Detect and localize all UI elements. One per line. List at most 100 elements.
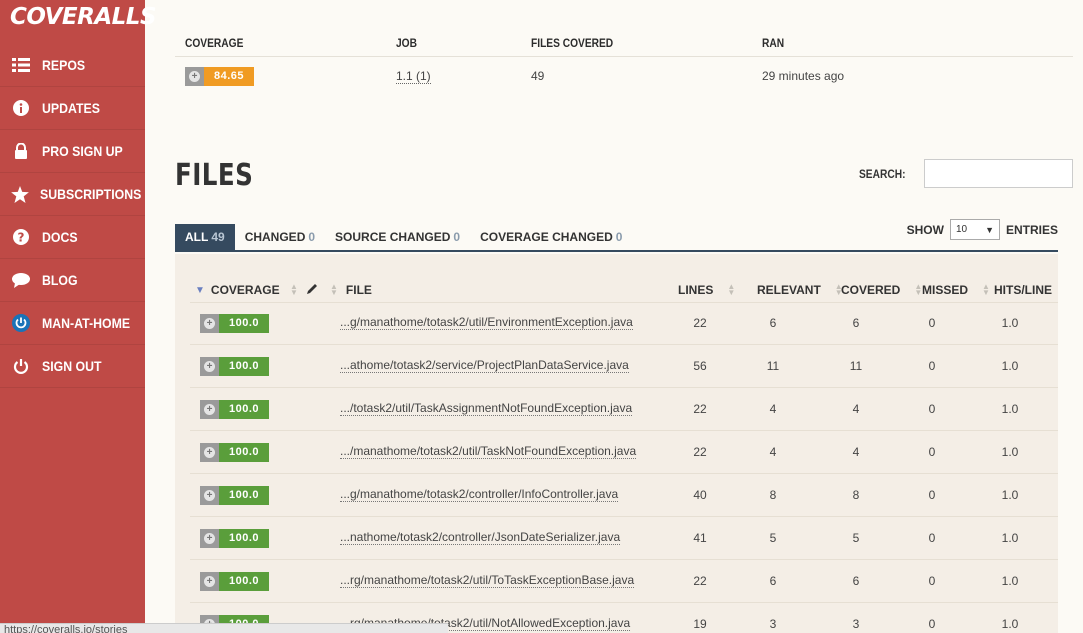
- entries-select[interactable]: 10 ▼: [949, 219, 1000, 240]
- plus-circle-icon: +: [204, 575, 215, 587]
- sidebar-item-sign-out[interactable]: SIGN OUT: [0, 345, 145, 388]
- plus-circle-icon: +: [204, 489, 215, 501]
- tab-coverage-changed[interactable]: COVERAGE CHANGED 0: [470, 224, 632, 250]
- file-link[interactable]: ...g/manathome/totask2/util/EnvironmentE…: [340, 316, 633, 330]
- main-content: COVERAGE JOB FILES COVERED RAN + 84.65 1…: [145, 0, 1083, 633]
- lines-cell: 41: [693, 531, 707, 545]
- column-relevant[interactable]: RELEVANT ▲ ▼: [757, 283, 851, 298]
- sort-icon: ▲ ▼: [290, 282, 298, 297]
- chat-bubble-icon: [11, 270, 31, 290]
- coverage-value: 100.0: [219, 399, 269, 419]
- job-link[interactable]: 1.1 (1): [396, 69, 431, 84]
- sidebar-item-repos[interactable]: REPOS: [0, 44, 145, 87]
- missed-cell: 0: [928, 531, 936, 545]
- sidebar-item-blog[interactable]: BLOG: [0, 259, 145, 302]
- missed-cell: 0: [928, 402, 936, 416]
- hits-per-line-cell: 1.0: [1001, 316, 1019, 330]
- sidebar-item-subscriptions[interactable]: SUBSCRIPTIONS: [0, 173, 145, 216]
- file-link[interactable]: ...nathome/totask2/controller/JsonDateSe…: [340, 531, 621, 545]
- files-covered-header: FILES COVERED: [531, 36, 614, 50]
- coverage-badge[interactable]: +100.0: [200, 485, 269, 505]
- table-row: +100.0 ...g/manathome/totask2/controller/…: [190, 474, 1058, 517]
- column-hits-per-line[interactable]: HITS/LINE: [994, 283, 1052, 297]
- hits-per-line-cell: 1.0: [1001, 531, 1019, 545]
- column-sort-toggle[interactable]: ▲ ▼: [290, 283, 318, 298]
- covered-cell: 6: [852, 574, 860, 588]
- coverage-badge[interactable]: +100.0: [200, 442, 269, 462]
- plus-circle-icon: +: [204, 317, 215, 329]
- column-covered[interactable]: COVERED ▲ ▼: [841, 283, 930, 298]
- lines-cell: 22: [693, 316, 707, 330]
- sidebar-item-label: DOCS: [42, 229, 78, 245]
- plus-circle-icon: +: [204, 532, 215, 544]
- missed-cell: 0: [928, 316, 936, 330]
- file-link[interactable]: ...athome/totask2/service/ProjectPlanDat…: [340, 359, 629, 373]
- build-summary: COVERAGE JOB FILES COVERED RAN + 84.65 1…: [175, 30, 1073, 95]
- show-label: SHOW: [906, 222, 944, 237]
- files-title: FILES: [175, 158, 254, 193]
- hits-per-line-cell: 1.0: [1001, 574, 1019, 588]
- relevant-cell: 6: [769, 574, 777, 588]
- lines-cell: 40: [693, 488, 707, 502]
- power-blue-icon: [11, 313, 31, 333]
- plus-circle-icon: +: [204, 403, 215, 415]
- search-box: SEARCH:: [859, 159, 1073, 188]
- coverage-badge[interactable]: +100.0: [200, 399, 269, 419]
- file-cell: ...athome/totask2/service/ProjectPlanDat…: [340, 345, 629, 387]
- sidebar-item-man-at-home[interactable]: MAN-AT-HOME: [0, 302, 145, 345]
- coverage-badge[interactable]: + 84.65: [185, 66, 254, 86]
- missed-cell: 0: [928, 359, 936, 373]
- column-missed[interactable]: MISSED ▲ ▼: [922, 282, 998, 298]
- column-coverage[interactable]: ▼ COVERAGE: [195, 283, 280, 297]
- sort-icon: ▲ ▼: [330, 282, 338, 297]
- coverage-cell: +100.0: [200, 345, 269, 387]
- lines-cell: 22: [693, 445, 707, 459]
- file-cell: ...g/manathome/totask2/util/EnvironmentE…: [340, 302, 633, 344]
- coverage-value: 100.0: [219, 442, 269, 462]
- tab-all[interactable]: ALL 49: [175, 224, 235, 250]
- tab-source-changed[interactable]: SOURCE CHANGED 0: [325, 224, 470, 250]
- entries-control: SHOW 10 ▼ ENTRIES: [907, 219, 1058, 240]
- search-input[interactable]: [924, 159, 1073, 188]
- sort-icon: ▲ ▼: [727, 282, 736, 297]
- coverage-badge[interactable]: +100.0: [200, 528, 269, 548]
- column-file[interactable]: ▲ ▼ FILE: [330, 282, 372, 298]
- file-link[interactable]: .../totask2/util/TaskAssignmentNotFoundE…: [340, 402, 633, 416]
- lines-cell: 22: [693, 402, 707, 416]
- coverage-value: 100.0: [219, 313, 269, 333]
- coverage-value: 100.0: [219, 485, 269, 505]
- missed-cell: 0: [928, 574, 936, 588]
- plus-circle-icon: +: [204, 446, 215, 458]
- coverage-badge[interactable]: +100.0: [200, 571, 269, 591]
- hits-per-line-cell: 1.0: [1001, 488, 1019, 502]
- ran-value: 29 minutes ago: [762, 69, 845, 83]
- coverage-cell: +100.0: [200, 560, 269, 602]
- sidebar-item-docs[interactable]: ? DOCS: [0, 216, 145, 259]
- star-icon: [11, 184, 29, 204]
- sort-icon: ▲ ▼: [982, 282, 990, 297]
- question-icon: ?: [11, 227, 31, 247]
- search-label: SEARCH:: [859, 166, 906, 181]
- coverage-badge[interactable]: +100.0: [200, 313, 269, 333]
- file-link[interactable]: .../manathome/totask2/util/TaskNotFoundE…: [340, 445, 637, 459]
- covered-cell: 11: [849, 359, 863, 373]
- coverage-badge[interactable]: +100.0: [200, 356, 269, 376]
- job-header: JOB: [396, 36, 417, 50]
- summary-row: + 84.65 1.1 (1) 49 29 minutes ago: [175, 57, 1073, 95]
- relevant-cell: 5: [769, 531, 777, 545]
- column-lines[interactable]: LINES ▲ ▼: [678, 282, 743, 298]
- sidebar-item-updates[interactable]: UPDATES: [0, 87, 145, 130]
- file-link[interactable]: ...g/manathome/totask2/controller/InfoCo…: [340, 488, 619, 502]
- sidebar-item-pro-sign-up[interactable]: PRO SIGN UP: [0, 130, 145, 173]
- tab-changed[interactable]: CHANGED 0: [235, 224, 325, 250]
- covered-cell: 8: [852, 488, 860, 502]
- list-icon: [11, 55, 31, 75]
- lines-cell: 22: [693, 574, 707, 588]
- sidebar-item-label: UPDATES: [42, 100, 100, 116]
- table-header: ▼ COVERAGE ▲ ▼ ▲ ▼ FILE LINES ▲ ▼ RELEVANT …: [190, 278, 1058, 303]
- file-link[interactable]: ...rg/manathome/totask2/util/ToTaskExcep…: [340, 574, 635, 588]
- entries-label: ENTRIES: [1005, 222, 1058, 237]
- coverage-cell: +100.0: [200, 431, 269, 473]
- sidebar-item-label: SIGN OUT: [42, 358, 102, 374]
- coveralls-logo[interactable]: COVERALLS: [0, 0, 157, 44]
